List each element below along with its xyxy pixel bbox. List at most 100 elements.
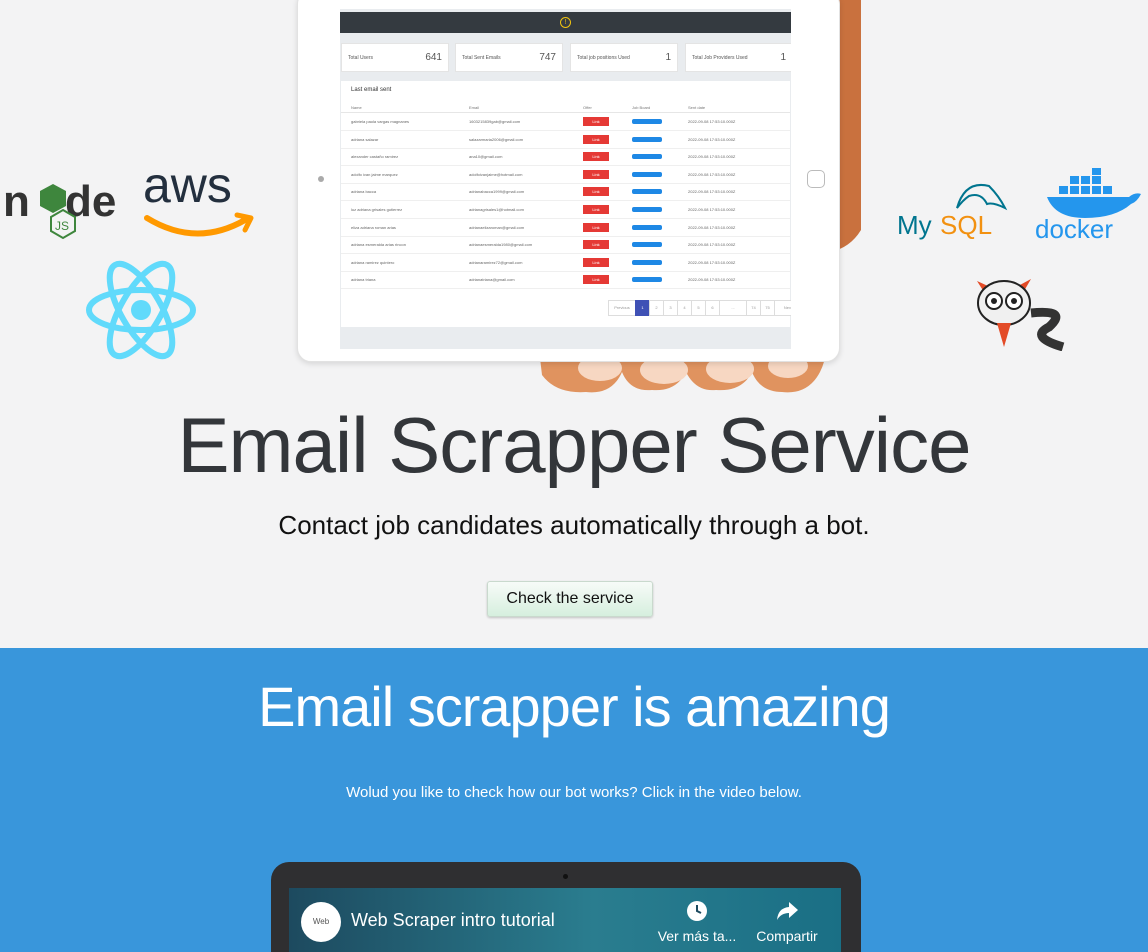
cell-name: alexander castaño ramirez bbox=[351, 154, 399, 160]
svg-text:JS: JS bbox=[55, 219, 69, 233]
job-board-badge bbox=[632, 171, 662, 177]
svg-text:My: My bbox=[897, 210, 932, 240]
offer-link-button[interactable]: Link bbox=[583, 117, 609, 126]
band-subtitle: Wolud you like to check how our bot work… bbox=[346, 784, 802, 801]
svg-text:SQL: SQL bbox=[940, 210, 992, 240]
clock-icon bbox=[687, 901, 707, 921]
stat-value: 1 bbox=[780, 52, 786, 63]
email-table: Last email sent Name Email Offer Job Board S… bbox=[341, 81, 791, 327]
tablet-camera bbox=[318, 176, 324, 182]
share-button[interactable]: Compartir bbox=[751, 900, 823, 944]
video-title[interactable]: Web Scraper intro tutorial bbox=[351, 910, 555, 931]
column-header: Sent date bbox=[688, 105, 706, 110]
stat-label: Total Sent Emails bbox=[462, 55, 501, 61]
laptop-mockup: Web Scraper Web Scraper intro tutorial V… bbox=[271, 862, 861, 952]
table-header: Name Email Offer Job Board Sent date bbox=[341, 102, 790, 113]
stat-value: 747 bbox=[539, 52, 556, 63]
page-button[interactable]: ... bbox=[719, 300, 747, 316]
table-row: adriana salazar salazarmaria2006@gmail.co… bbox=[341, 131, 790, 149]
job-board-badge bbox=[632, 189, 662, 195]
dashboard-screenshot: ! Total Users 641 Total Sent Emails 747 Tota… bbox=[340, 9, 791, 349]
page-button[interactable]: 5 bbox=[691, 300, 706, 316]
table-row: adolfo ivan jaime marquez adolfoivanjaime… bbox=[341, 166, 790, 184]
youtube-video-embed[interactable]: Web Scraper Web Scraper intro tutorial V… bbox=[289, 888, 841, 952]
job-board-badge bbox=[632, 224, 662, 230]
stat-card: Total Users 641 bbox=[341, 43, 449, 72]
offer-link-button[interactable]: Link bbox=[583, 205, 609, 214]
cell-date: 2022-09-08 17:53:10.000Z bbox=[688, 224, 736, 230]
offer-link-button[interactable]: Link bbox=[583, 275, 609, 285]
offer-link-button[interactable]: Link bbox=[583, 222, 609, 232]
cell-email: adolfoivanjaime@hotmail.com bbox=[469, 171, 523, 177]
svg-text:aws: aws bbox=[143, 158, 232, 213]
svg-text:docker: docker bbox=[1035, 214, 1113, 243]
cell-date: 2022-09-08 17:53:10.000Z bbox=[688, 277, 736, 283]
watch-later-button[interactable]: Ver más ta... bbox=[657, 900, 737, 944]
table-row: gabriela paola vargas magnanes 1603215839… bbox=[341, 113, 790, 131]
cell-date: 2022-09-08 17:53:10.000Z bbox=[688, 154, 736, 160]
column-header: Offer bbox=[583, 105, 592, 110]
cell-name: adriana esmeralda arias rincon bbox=[351, 242, 406, 248]
cell-name: adriana triana bbox=[351, 277, 376, 283]
mysql-logo: My SQL bbox=[897, 184, 1008, 240]
cell-name: adriana ramirez quintero bbox=[351, 259, 395, 265]
offer-link-button[interactable]: Link bbox=[583, 169, 609, 179]
table-row: adriana triana adrianatriana@gmail.com Lin… bbox=[341, 271, 790, 290]
cell-date: 2022-09-08 17:53:10.000Z bbox=[688, 171, 736, 177]
table-row: alexander castaño ramirez ana10@gmail.com… bbox=[341, 148, 790, 167]
laptop-camera bbox=[563, 874, 568, 879]
table-row: adriana bacca adrianabacca1999@gmail.com L… bbox=[341, 183, 790, 202]
cell-name: adolfo ivan jaime marquez bbox=[351, 171, 398, 177]
cell-name: luz adriana grisales gutierrez bbox=[351, 207, 403, 212]
cell-email: adrianagrisales1@hotmail.com bbox=[469, 207, 524, 212]
table-row: eliza adriana roman arias adrianaelizarom… bbox=[341, 219, 790, 237]
hero-section: ! Total Users 641 Total Sent Emails 747 Tota… bbox=[0, 0, 1148, 648]
cell-date: 2022-09-08 17:53:10.000Z bbox=[688, 259, 736, 265]
react-logo bbox=[86, 260, 196, 360]
offer-link-button[interactable]: Link bbox=[583, 240, 609, 250]
stat-label: Total job positions Used bbox=[577, 55, 630, 61]
cell-email: adrianatriana@gmail.com bbox=[469, 277, 515, 283]
offer-link-button[interactable]: Link bbox=[583, 257, 609, 267]
cell-date: 2022-09-08 17:53:10.000Z bbox=[688, 189, 736, 195]
hero-title: Email Scrapper Service bbox=[177, 401, 972, 489]
page-button[interactable]: 1 bbox=[635, 300, 650, 316]
cell-name: adriana salazar bbox=[351, 136, 379, 142]
offer-link-button[interactable]: Link bbox=[583, 152, 609, 162]
cell-name: eliza adriana roman arias bbox=[351, 224, 396, 230]
check-service-button[interactable]: Check the service bbox=[487, 581, 653, 617]
job-board-badge bbox=[632, 242, 662, 248]
page-button[interactable]: Next bbox=[774, 300, 791, 316]
job-board-badge bbox=[632, 277, 662, 283]
page-button[interactable]: 74 bbox=[746, 300, 761, 316]
docker-logo: docker bbox=[1035, 168, 1141, 243]
share-label: Compartir bbox=[756, 928, 818, 944]
tablet-home-button bbox=[807, 170, 825, 188]
page-button[interactable]: 4 bbox=[677, 300, 692, 316]
cell-name: gabriela paola vargas magnanes bbox=[351, 119, 410, 124]
channel-avatar[interactable]: Web Scraper bbox=[301, 902, 341, 942]
job-board-badge bbox=[632, 154, 662, 160]
table-row: adriana ramirez quintero adrianaramirez72… bbox=[341, 254, 790, 272]
page-button[interactable]: 2 bbox=[649, 300, 664, 316]
offer-link-button[interactable]: Link bbox=[583, 134, 609, 144]
nodejs-logo: n de JS bbox=[3, 177, 116, 240]
cell-email: ana10@gmail.com bbox=[469, 154, 503, 160]
page-button[interactable]: 75 bbox=[760, 300, 775, 316]
sailsjs-logo bbox=[977, 279, 1065, 351]
stat-value: 1 bbox=[665, 52, 671, 63]
tablet-mockup: ! Total Users 641 Total Sent Emails 747 Tota… bbox=[297, 0, 840, 362]
page-button[interactable]: Previous bbox=[608, 300, 636, 316]
stat-card: Total job positions Used 1 bbox=[570, 43, 678, 72]
cell-date: 2022-09-08 17:53:10.000Z bbox=[688, 207, 736, 212]
job-board-badge bbox=[632, 207, 662, 212]
cell-email: adrianaesmeralda1980@gmail.com bbox=[469, 242, 533, 248]
page-button[interactable]: 6 bbox=[705, 300, 720, 316]
offer-link-button[interactable]: Link bbox=[583, 187, 609, 197]
promo-band: Email scrapper is amazing Wolud you like… bbox=[0, 648, 1148, 952]
page-button[interactable]: 3 bbox=[663, 300, 678, 316]
hero-subtitle: Contact job candidates automatically thr… bbox=[278, 510, 870, 540]
cell-email: salazarmaria2006@gmail.com bbox=[469, 136, 524, 142]
table-row: adriana esmeralda arias rincon adrianaesm… bbox=[341, 236, 790, 255]
cell-email: adrianaramirez72@gmail.com bbox=[469, 259, 523, 265]
